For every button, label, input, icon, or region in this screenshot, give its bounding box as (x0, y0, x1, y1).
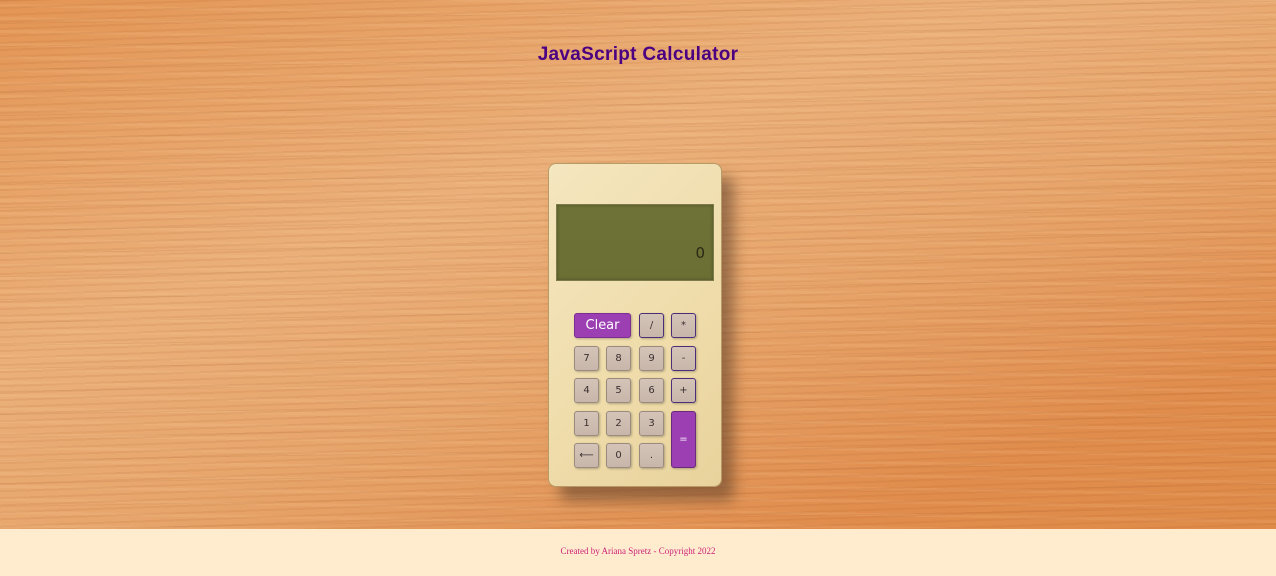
equals-button[interactable]: = (671, 411, 696, 468)
backspace-button[interactable]: ⟵ (574, 443, 599, 468)
digit-4-button[interactable]: 4 (574, 378, 599, 403)
digit-6-button[interactable]: 6 (639, 378, 664, 403)
add-button[interactable]: + (671, 378, 696, 403)
subtract-button[interactable]: - (671, 346, 696, 371)
divide-button[interactable]: / (639, 313, 664, 338)
digit-1-button[interactable]: 1 (574, 411, 599, 436)
digit-8-button[interactable]: 8 (606, 346, 631, 371)
digit-3-button[interactable]: 3 (639, 411, 664, 436)
calculator-display: 0 (556, 204, 714, 281)
digit-7-button[interactable]: 7 (574, 346, 599, 371)
multiply-button[interactable]: * (671, 313, 696, 338)
digit-5-button[interactable]: 5 (606, 378, 631, 403)
digit-9-button[interactable]: 9 (639, 346, 664, 371)
footer: Created by Ariana Spretz - Copyright 202… (0, 529, 1276, 576)
page-title: JavaScript Calculator (537, 44, 739, 65)
footer-copyright: Created by Ariana Spretz - Copyright 202… (560, 546, 716, 556)
calculator: 0 Clear / * 7 8 9 - 4 5 6 + 1 2 3 = ⟵ 0 … (548, 163, 722, 487)
digit-0-button[interactable]: 0 (606, 443, 631, 468)
display-value: 0 (695, 244, 705, 262)
clear-button[interactable]: Clear (574, 313, 631, 338)
decimal-button[interactable]: . (639, 443, 664, 468)
digit-2-button[interactable]: 2 (606, 411, 631, 436)
